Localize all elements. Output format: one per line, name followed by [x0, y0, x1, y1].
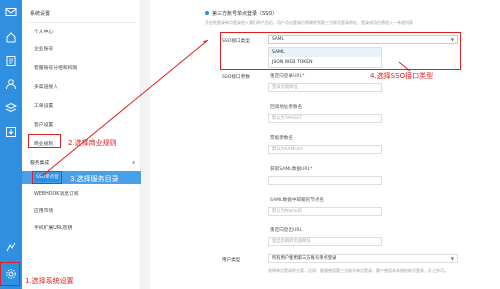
annotation-step3: 3.选择服务目录 [70, 175, 119, 183]
annotation-step1: 1.选择系统设置 [25, 277, 74, 285]
annotation-step2: 2.选择商业规则 [68, 139, 117, 147]
arrow-line [41, 39, 209, 177]
arrow-line [398, 61, 411, 72]
app-window: 系统设置 个人中心 企业账号 客服账号分组和权限 多渠道接入 工单设置 客户设置… [0, 0, 500, 289]
annotation-step4: 4.选择SSO接口类型 [370, 72, 434, 80]
